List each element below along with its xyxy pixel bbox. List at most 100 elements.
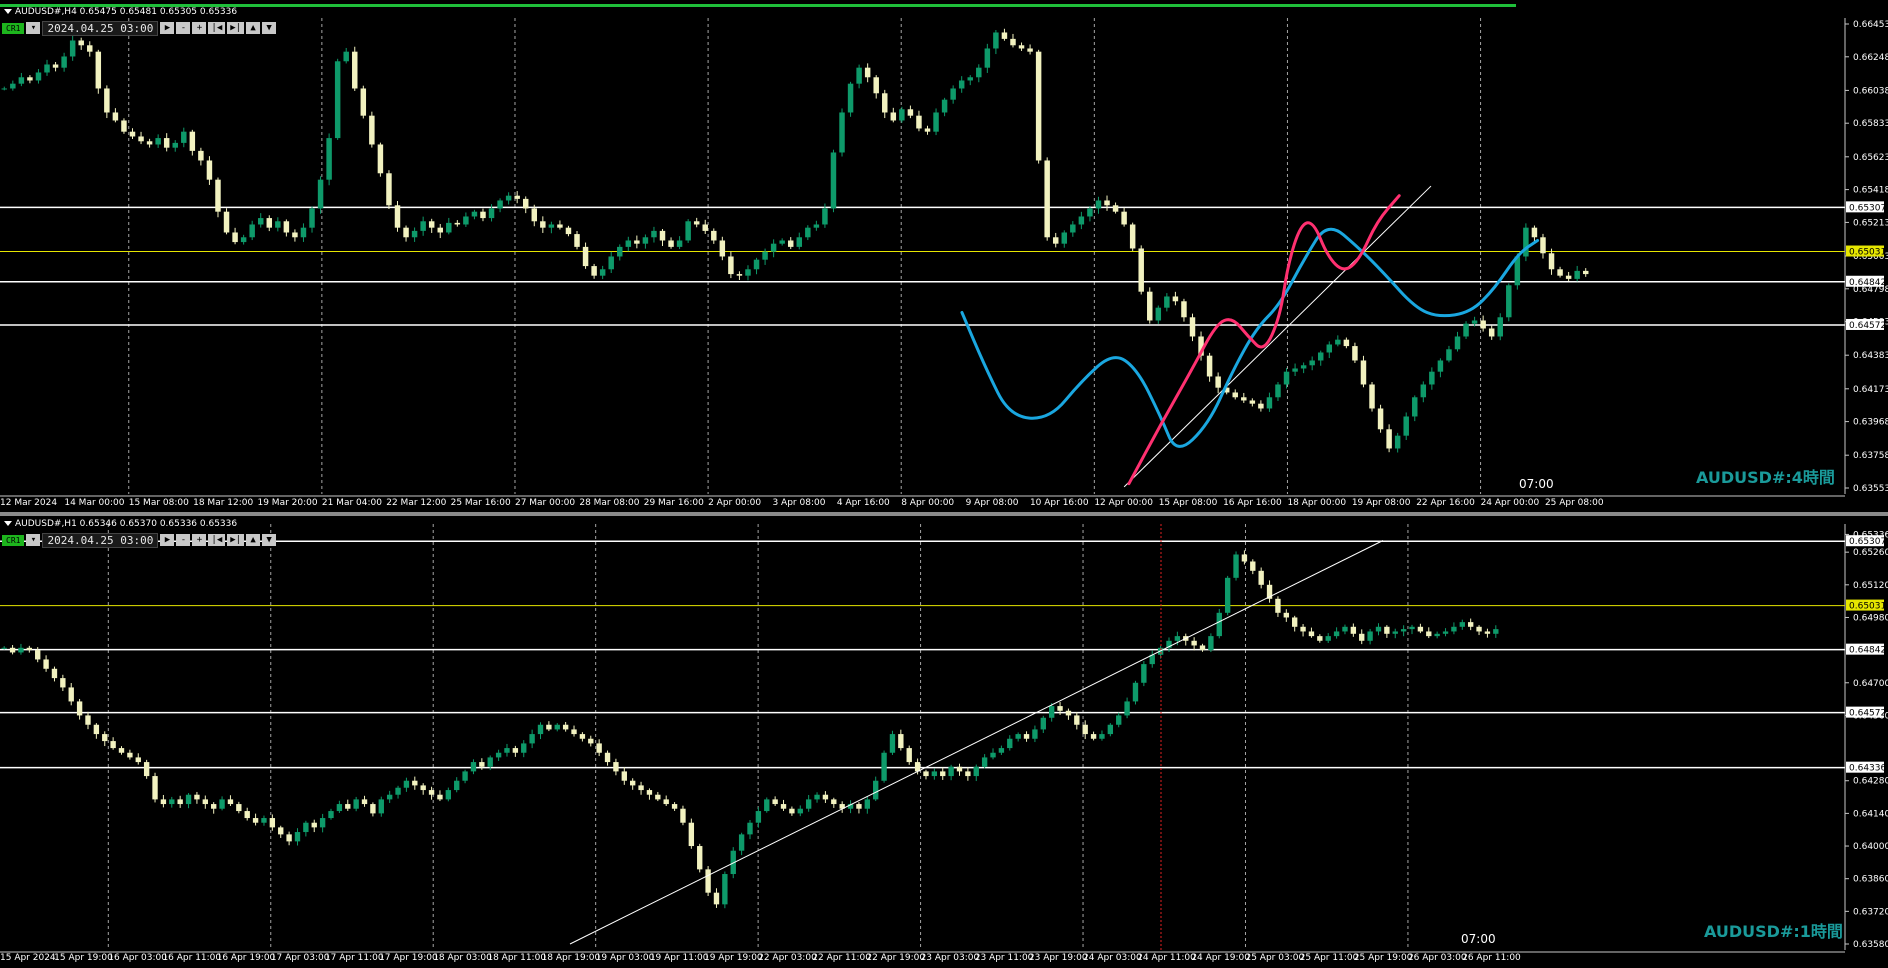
- candle-body: [755, 811, 762, 823]
- candle-body: [864, 67, 871, 78]
- candle-body: [428, 790, 435, 795]
- candle-body: [1116, 715, 1122, 725]
- candle-body: [1403, 416, 1409, 436]
- candle-body: [830, 152, 837, 209]
- date-tick-label: 15 Apr 2024: [0, 953, 56, 963]
- candle-body: [965, 771, 971, 777]
- candle-body: [446, 222, 452, 233]
- candle-body: [822, 208, 828, 225]
- date-tick-label: 24 Apr 03:00: [1083, 953, 1142, 963]
- candle-body: [596, 743, 602, 753]
- date-tick-label: 23 Apr 11:00: [975, 953, 1034, 963]
- collapse-triangle-icon[interactable]: [4, 9, 12, 14]
- candle-body: [1369, 384, 1375, 409]
- date-tick-label: 2 Apr 00:00: [708, 498, 761, 508]
- candle-body: [1250, 561, 1256, 571]
- h4-toolbar: CR1 ▾ 2024.04.25 03:00 ▶ - + |◀ ▶| ▲ ▼: [2, 20, 277, 36]
- play-icon[interactable]: ▶: [160, 534, 175, 546]
- candle-body: [127, 752, 133, 758]
- candle-body: [18, 77, 25, 84]
- candle-body: [537, 724, 544, 735]
- candle-body: [121, 120, 127, 132]
- date-input[interactable]: 2024.04.25 03:00: [42, 532, 159, 548]
- date-tick-label: 18 Apr 00:00: [1287, 498, 1346, 508]
- candle-body: [646, 790, 653, 795]
- cr1-badge[interactable]: CR1: [2, 22, 25, 34]
- candle-body: [998, 748, 1005, 753]
- down-arrow-icon[interactable]: ▼: [262, 22, 277, 34]
- last-bar-icon[interactable]: ▶|: [227, 534, 245, 546]
- price-tick-label: 0.66453: [1853, 20, 1888, 30]
- candle-body: [1409, 626, 1415, 630]
- candle-body: [102, 734, 108, 742]
- play-icon[interactable]: ▶: [160, 22, 175, 34]
- candle-body: [1377, 408, 1384, 430]
- candle-body: [403, 780, 410, 788]
- candle-body: [1275, 384, 1281, 398]
- last-bar-icon[interactable]: ▶|: [227, 22, 245, 34]
- up-arrow-icon[interactable]: ▲: [246, 22, 261, 34]
- down-arrow-icon[interactable]: ▼: [262, 534, 277, 546]
- candle-body: [1437, 360, 1444, 372]
- dropdown-icon[interactable]: ▾: [26, 534, 41, 546]
- date-tick-label: 22 Apr 11:00: [812, 953, 871, 963]
- candle-body: [345, 804, 351, 809]
- date-tick-label: 16 Apr 03:00: [108, 953, 167, 963]
- date-tick-label: 23 Apr 03:00: [921, 953, 980, 963]
- h1-panel: 0.653360.652600.651200.649800.647000.645…: [0, 524, 1888, 963]
- candle-body: [1266, 397, 1273, 409]
- minus-icon[interactable]: -: [176, 22, 191, 34]
- up-arrow-icon[interactable]: ▲: [246, 534, 261, 546]
- candle-body: [283, 221, 290, 233]
- candle-body: [87, 45, 93, 52]
- candle-body: [1010, 38, 1016, 46]
- candle-body: [1442, 631, 1449, 634]
- date-input[interactable]: 2024.04.25 03:00: [42, 20, 159, 36]
- dropdown-icon[interactable]: ▾: [26, 22, 41, 34]
- minus-icon[interactable]: -: [176, 534, 191, 546]
- cr1-badge[interactable]: CR1: [2, 534, 25, 546]
- first-bar-icon[interactable]: |◀: [208, 22, 226, 34]
- candle-body: [1484, 631, 1491, 634]
- price-tick-label: 0.64173: [1853, 385, 1888, 395]
- candle-body: [9, 647, 16, 653]
- price-tick-label: 0.64383: [1853, 351, 1888, 361]
- candle-body: [1300, 626, 1306, 632]
- candle-body: [343, 51, 349, 62]
- candle-body: [35, 650, 41, 660]
- candle-body: [386, 173, 392, 206]
- date-tick-label: 24 Apr 19:00: [1191, 953, 1250, 963]
- candle-body: [990, 752, 996, 758]
- price-tick-label: 0.63860: [1853, 875, 1888, 885]
- candle-body: [223, 211, 230, 233]
- candle-body: [1446, 349, 1452, 361]
- candle-body: [215, 179, 221, 212]
- candle-body: [779, 240, 785, 244]
- candle-body: [736, 274, 743, 276]
- candle-body: [822, 794, 829, 800]
- h4-watermark: AUDUSD#:4時間: [1696, 468, 1835, 487]
- candle-body: [1132, 682, 1139, 702]
- price-tick-label: 0.65418: [1853, 186, 1888, 196]
- candle-body: [110, 741, 116, 749]
- candle-body: [797, 808, 803, 814]
- candle-body: [514, 195, 520, 199]
- candle-body: [1488, 328, 1495, 337]
- collapse-triangle-icon[interactable]: [4, 521, 12, 526]
- date-tick-label: 15 Mar 08:00: [129, 498, 189, 508]
- date-tick-label: 22 Apr 16:00: [1416, 498, 1475, 508]
- date-tick-label: 25 Apr 11:00: [1300, 953, 1359, 963]
- date-tick-label: 12 Apr 00:00: [1094, 498, 1153, 508]
- candle-body: [873, 77, 879, 94]
- candle-body: [1342, 626, 1348, 632]
- first-bar-icon[interactable]: |◀: [208, 534, 226, 546]
- plus-icon[interactable]: +: [192, 22, 207, 34]
- chart-canvas: 0.66453 0.66248 0.66038 0.65833 0.65623 0.654…: [0, 18, 1888, 963]
- candle-body: [548, 224, 555, 228]
- plus-icon[interactable]: +: [192, 534, 207, 546]
- candle-body: [1350, 626, 1357, 634]
- date-tick-label: 9 Apr 08:00: [966, 498, 1019, 508]
- level-price-tag-label: 0.65307: [1849, 203, 1886, 213]
- candle-body: [69, 40, 76, 57]
- candle-body: [1417, 626, 1424, 632]
